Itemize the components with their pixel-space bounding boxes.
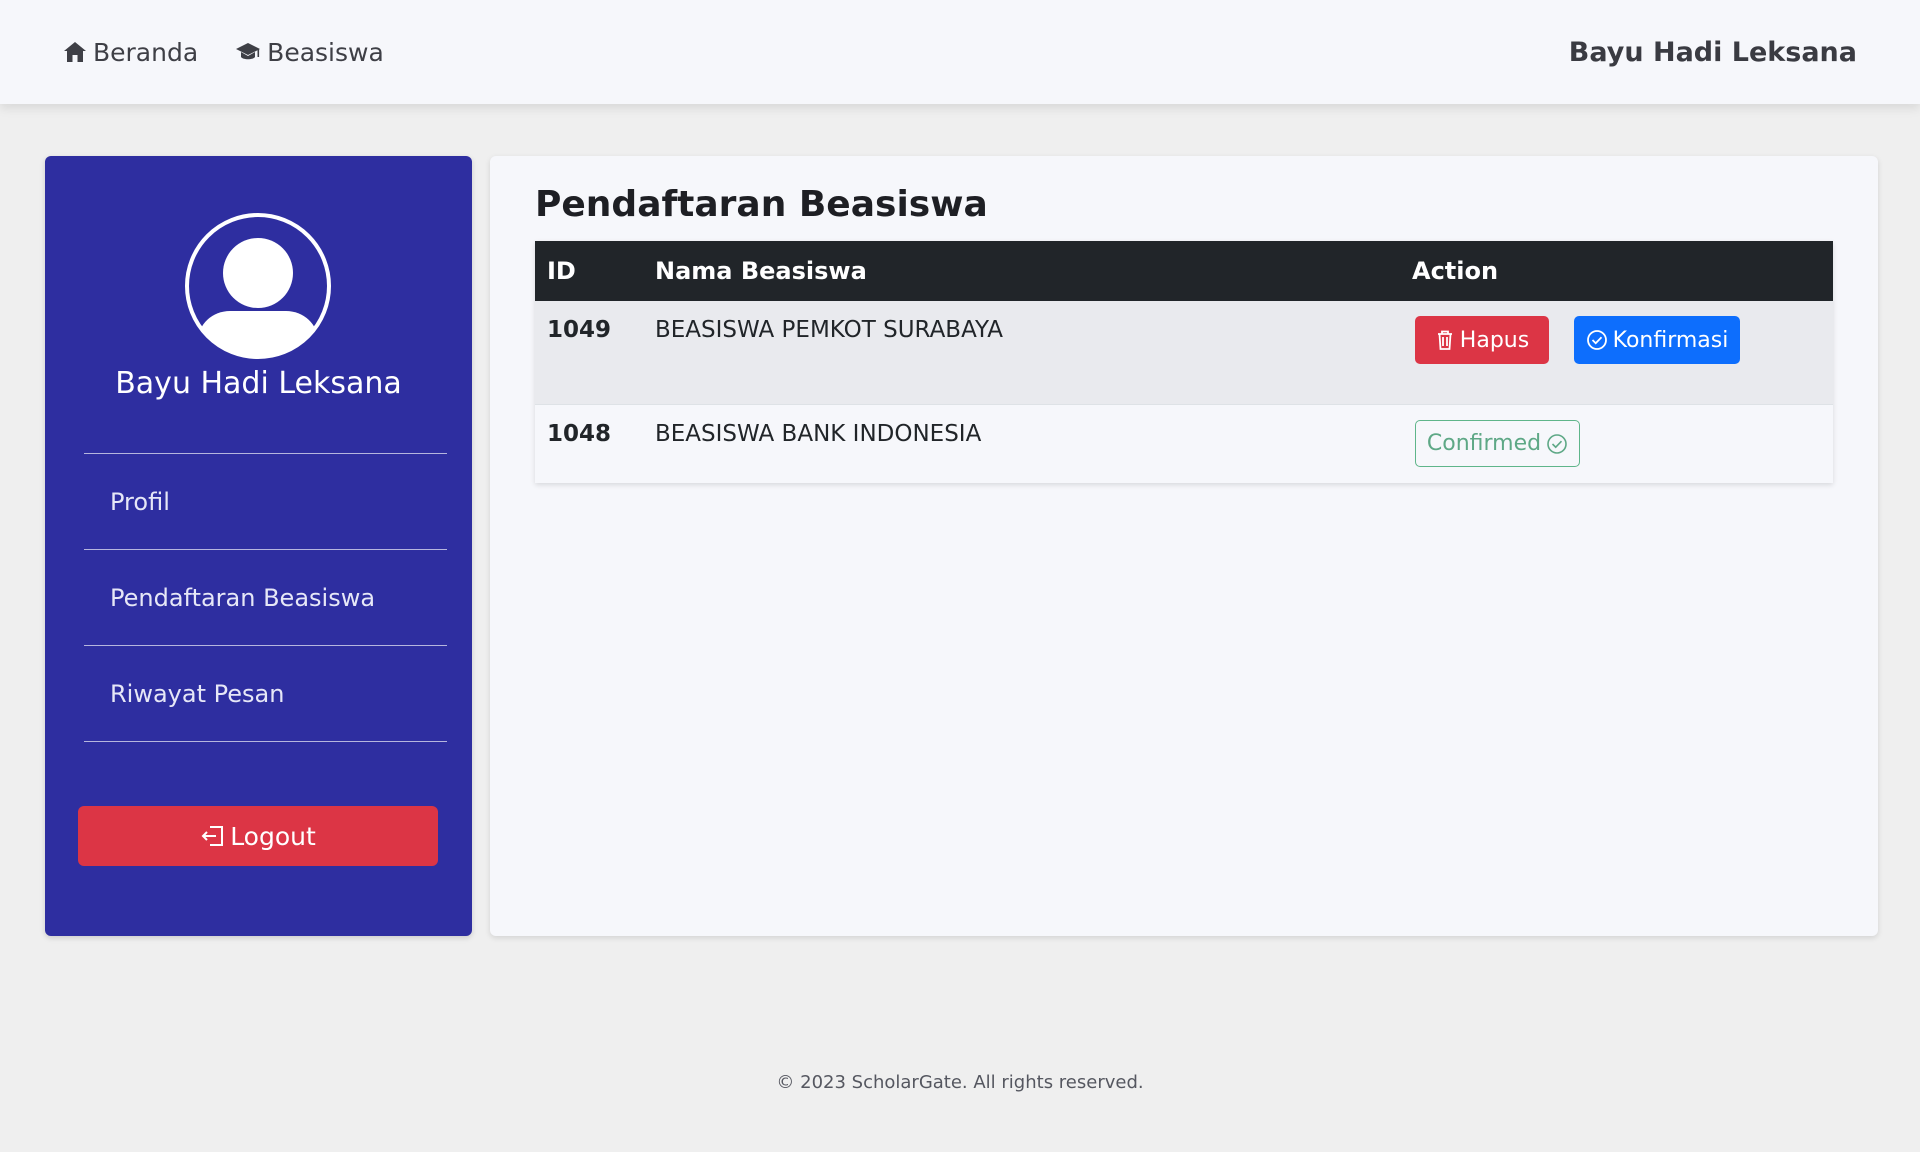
sidebar: Bayu Hadi Leksana Profil Pendaftaran Bea… [45, 156, 472, 936]
navbar-user-name: Bayu Hadi Leksana [1568, 36, 1857, 68]
row-name: BEASISWA PEMKOT SURABAYA [655, 317, 1004, 343]
graduation-cap-icon [236, 43, 261, 60]
row-name: BEASISWA BANK INDONESIA [655, 421, 982, 447]
table-row: 1048 BEASISWA BANK INDONESIA Confirmed [535, 405, 1833, 483]
confirmed-status-button[interactable]: Confirmed [1415, 420, 1580, 467]
sidebar-menu: Profil Pendaftaran Beasiswa Riwayat Pesa… [84, 453, 447, 742]
row-id: 1048 [547, 421, 612, 447]
confirmed-label: Confirmed [1426, 431, 1542, 456]
sidebar-item-pendaftaran-beasiswa[interactable]: Pendaftaran Beasiswa [84, 550, 447, 646]
row-actions: Hapus Konfirmasi [1412, 301, 1833, 364]
table-header: ID Nama Beasiswa Action [535, 241, 1833, 301]
main-content-card: Pendaftaran Beasiswa ID Nama Beasiswa Ac… [490, 156, 1878, 936]
footer-copyright: © 2023 ScholarGate. All rights reserved. [776, 1072, 1144, 1093]
nav-link-beranda[interactable]: Beranda [63, 38, 198, 67]
nav-link-label: Beranda [93, 37, 199, 67]
sidebar-user-name: Bayu Hadi Leksana [115, 366, 402, 401]
header-name: Nama Beasiswa [655, 257, 867, 285]
user-avatar-icon [185, 213, 331, 359]
top-navbar: Beranda Beasiswa Bayu Hadi Leksana [0, 0, 1920, 104]
table-row: 1049 BEASISWA PEMKOT SURABAYA Hapus Konf… [535, 301, 1833, 405]
delete-label: Hapus [1459, 327, 1530, 353]
trash-icon [1437, 330, 1452, 350]
logout-button[interactable]: Logout [78, 806, 438, 866]
confirm-label: Konfirmasi [1612, 327, 1729, 353]
confirm-button[interactable]: Konfirmasi [1574, 316, 1740, 364]
header-action: Action [1412, 257, 1499, 285]
check-circle-icon [1547, 433, 1567, 454]
logout-icon [201, 826, 224, 846]
sidebar-item-riwayat-pesan[interactable]: Riwayat Pesan [84, 646, 447, 742]
delete-button[interactable]: Hapus [1415, 316, 1549, 364]
sidebar-item-profil[interactable]: Profil [84, 454, 447, 550]
logout-label: Logout [230, 821, 316, 851]
row-actions: Confirmed [1412, 405, 1833, 467]
scholarship-table: ID Nama Beasiswa Action 1049 BEASISWA PE… [535, 241, 1833, 483]
nav-link-beasiswa[interactable]: Beasiswa [235, 38, 384, 67]
nav-link-label: Beasiswa [267, 37, 384, 67]
home-icon [64, 42, 86, 62]
page-title: Pendaftaran Beasiswa [535, 184, 988, 225]
row-id: 1049 [547, 317, 612, 343]
header-id: ID [547, 257, 576, 285]
check-circle-icon [1586, 330, 1607, 350]
